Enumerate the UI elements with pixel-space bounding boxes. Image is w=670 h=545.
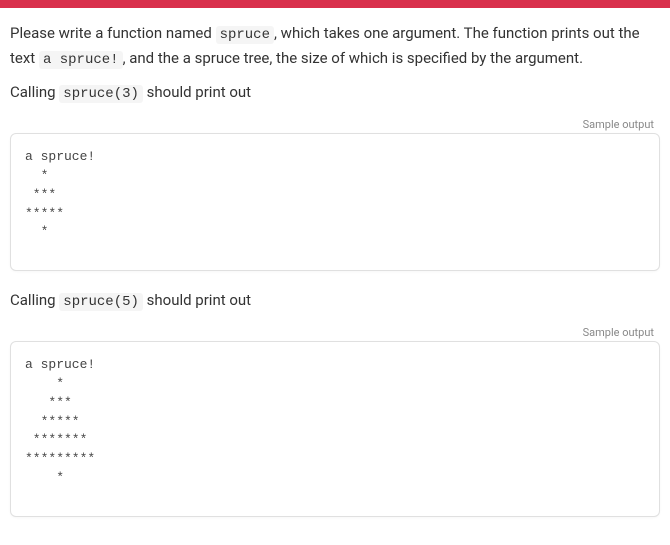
call2-prefix: Calling — [10, 291, 59, 309]
call2-suffix: should print out — [143, 291, 251, 309]
call-paragraph-1: Calling spruce(3) should print out — [10, 81, 660, 106]
instruction-paragraph: Please write a function named spruce, wh… — [10, 22, 660, 71]
intro-text-3: , and the a spruce tree, the size of whi… — [123, 49, 583, 67]
sample-output-block-1: Sample output a spruce! * *** ***** * — [10, 118, 660, 271]
intro-text-1: Please write a function named — [10, 24, 216, 42]
code-spruce: spruce — [216, 26, 274, 44]
sample-output-box-2: a spruce! * *** ***** ******* ********* … — [10, 341, 660, 517]
call1-prefix: Calling — [10, 83, 59, 101]
sample-output-block-2: Sample output a spruce! * *** ***** ****… — [10, 326, 660, 517]
sample-output-label-2: Sample output — [10, 326, 660, 339]
sample-output-box-1: a spruce! * *** ***** * — [10, 133, 660, 271]
sample-output-label-1: Sample output — [10, 118, 660, 131]
sample-output-pre-1: a spruce! * *** ***** * — [25, 148, 645, 242]
top-accent-bar — [0, 0, 670, 8]
call-paragraph-2: Calling spruce(5) should print out — [10, 289, 660, 314]
code-spruce-5: spruce(5) — [59, 293, 143, 311]
call1-suffix: should print out — [143, 83, 251, 101]
exercise-content: Please write a function named spruce, wh… — [0, 8, 670, 545]
sample-output-pre-2: a spruce! * *** ***** ******* ********* … — [25, 356, 645, 488]
code-a-spruce: a spruce! — [39, 51, 123, 69]
code-spruce-3: spruce(3) — [59, 85, 143, 103]
